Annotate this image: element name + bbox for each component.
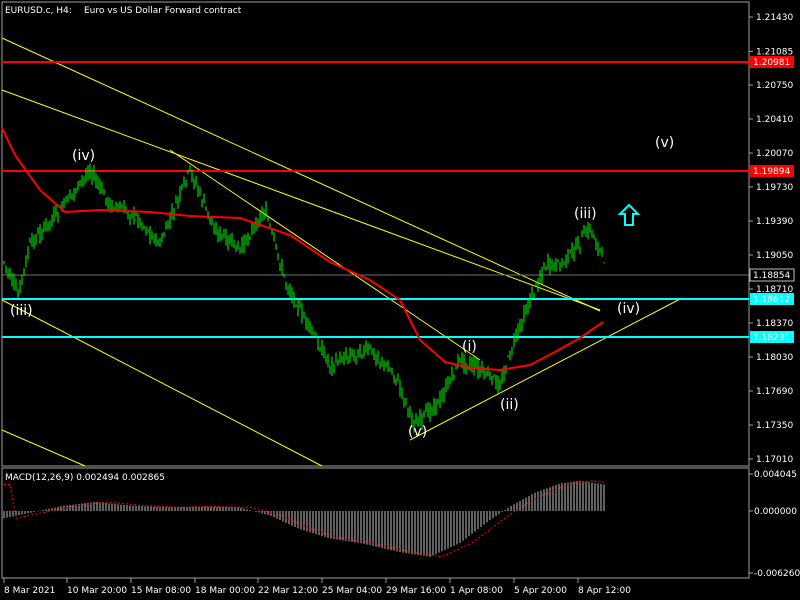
price-tick-label: 1.17690 xyxy=(756,387,793,397)
price-tick-label: 1.19050 xyxy=(756,251,793,261)
wave-label: (iv) xyxy=(72,148,95,164)
trendline xyxy=(1,299,323,467)
level-price-label: 1.20981 xyxy=(753,58,790,68)
wave-label: (i) xyxy=(462,339,477,355)
wave-label: (iii) xyxy=(574,206,597,222)
time-tick-label: 22 Mar 12:00 xyxy=(258,586,318,596)
time-tick-label: 10 Mar 20:00 xyxy=(67,586,127,596)
time-tick-label: 5 Apr 20:00 xyxy=(514,586,567,596)
current-price-label: 1.18854 xyxy=(753,271,790,281)
price-tick-label: 1.18370 xyxy=(756,319,793,329)
trendline xyxy=(409,297,683,441)
wave-label: (ii) xyxy=(500,397,519,413)
main-chart-frame xyxy=(1,1,750,467)
wave-label: (v) xyxy=(655,135,674,151)
chart-description: Euro vs US Dollar Forward contract xyxy=(84,6,242,16)
price-axis: 1.21430 1.21085 1.20750 1.20410 1.20070 1.197… xyxy=(749,13,793,465)
price-tick-label: 1.21430 xyxy=(756,13,793,23)
wave-label: (v) xyxy=(408,424,427,440)
time-tick-label: 29 Mar 16:00 xyxy=(386,586,446,596)
price-tick-label: 1.18030 xyxy=(756,353,793,363)
wave-label: (iv) xyxy=(617,301,640,317)
price-tick-label: 1.21085 xyxy=(756,48,793,58)
price-tick-label: 1.17010 xyxy=(756,455,793,465)
wave-labels: (iv) (iii) (v) (i) (ii) (iii) (iv) (v) xyxy=(10,135,674,440)
wave-label: (iii) xyxy=(10,303,33,319)
price-tick-label: 1.19390 xyxy=(756,217,793,227)
price-tick-label: 1.20410 xyxy=(756,115,793,125)
level-price-label: 1.18612 xyxy=(753,295,790,305)
macd-tick-label: 0.004045 xyxy=(754,470,797,480)
price-tick-label: 1.20750 xyxy=(756,81,793,91)
macd-panel: 0.004045 0.000000 -0.006260 xyxy=(3,470,800,579)
price-tick-label: 1.18710 xyxy=(756,285,793,295)
time-tick-label: 8 Apr 12:00 xyxy=(578,586,631,596)
time-tick-label: 15 Mar 08:00 xyxy=(131,586,191,596)
trendline xyxy=(169,149,481,361)
moving-average xyxy=(1,127,604,372)
macd-tick-label: 0.000000 xyxy=(754,507,797,517)
price-tick-label: 1.20070 xyxy=(756,149,793,159)
arrow-up-icon xyxy=(617,203,641,226)
price-tick-label: 1.19730 xyxy=(756,183,793,193)
level-price-label: 1.19894 xyxy=(753,167,790,177)
price-tick-label: 1.17350 xyxy=(756,421,793,431)
time-tick-label: 18 Mar 00:00 xyxy=(195,586,255,596)
horizontal-levels[interactable]: 1.20981 1.19894 1.18612 1.18231 1.18854 xyxy=(2,56,795,343)
chart-symbol: EURUSD.c, H4: xyxy=(5,6,72,16)
moving-average-line xyxy=(1,127,604,372)
arrow-up-icon xyxy=(617,203,641,226)
price-chart[interactable]: 1.20981 1.19894 1.18612 1.18231 1.18854 (iv)… xyxy=(0,0,800,600)
trendline xyxy=(1,89,601,311)
level-price-label: 1.18231 xyxy=(753,333,790,343)
time-tick-label: 1 Apr 08:00 xyxy=(450,586,503,596)
trendline xyxy=(1,429,86,467)
macd-label: MACD(12,26,9) 0.002494 0.002865 xyxy=(5,473,165,483)
time-axis: 8 Mar 2021 10 Mar 20:00 15 Mar 08:00 18 Mar… xyxy=(3,578,631,596)
time-tick-label: 8 Mar 2021 xyxy=(4,586,55,596)
time-tick-label: 25 Mar 04:00 xyxy=(322,586,382,596)
macd-tick-label: -0.006260 xyxy=(754,569,800,579)
